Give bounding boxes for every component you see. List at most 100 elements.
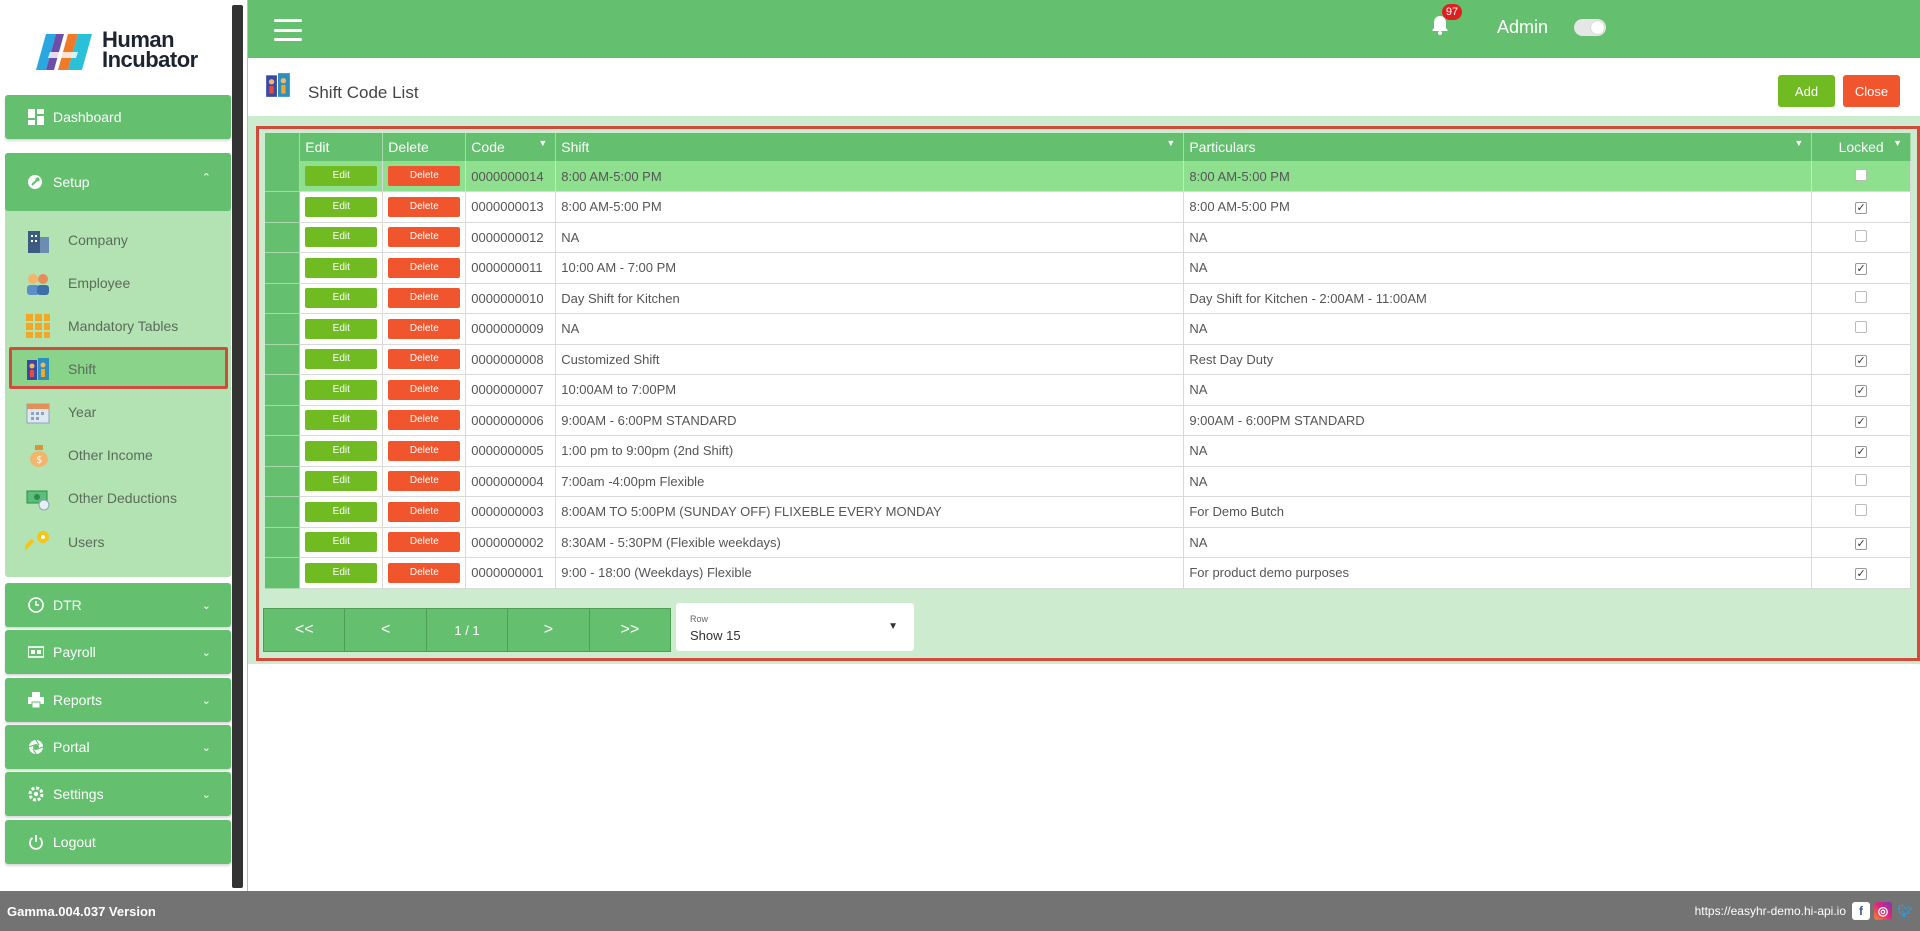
table-row[interactable]: Edit Delete 0000000014 8:00 AM-5:00 PM 8:00 … [265,161,1911,192]
setup-item-other-deductions[interactable]: Other Deductions [24,481,224,515]
nav-reports[interactable]: Reports ⌄ [5,678,231,722]
delete-button[interactable]: Delete [388,532,461,553]
facebook-icon[interactable]: f [1852,902,1870,920]
footer-url[interactable]: https://easyhr-demo.hi-api.io [1695,904,1846,918]
locked-checkbox[interactable]: ✓ [1855,446,1868,459]
delete-button[interactable]: Delete [388,318,461,339]
setup-item-other-income[interactable]: $ Other Income [24,438,224,472]
filter-icon[interactable]: ▼ [1893,138,1902,148]
nav-payroll[interactable]: Payroll ⌄ [5,630,231,674]
column-header-shift[interactable]: Shift ▼ [555,133,1185,161]
locked-checkbox[interactable]: ✓ [1855,415,1868,428]
rows-per-page-select[interactable]: Row Show 15 ▼ [676,603,914,651]
hamburger-menu-icon[interactable] [274,19,302,41]
edit-button[interactable]: Edit [305,166,378,186]
table-row[interactable]: Edit Delete 0000000004 7:00am -4:00pm Flexi… [265,466,1911,497]
locked-checkbox[interactable] [1855,473,1868,486]
setup-item-year[interactable]: Year [24,395,224,429]
nav-logout[interactable]: Logout [5,820,231,864]
row-selector[interactable] [265,252,301,284]
delete-button[interactable]: Delete [388,471,461,492]
row-selector[interactable] [265,313,301,345]
table-row[interactable]: Edit Delete 0000000007 10:00AM to 7:00PM NA ✓ [265,374,1911,406]
delete-button[interactable]: Delete [388,288,461,309]
locked-checkbox[interactable] [1855,168,1868,181]
table-row[interactable]: Edit Delete 0000000002 8:30AM - 5:30PM (Fle… [265,527,1911,558]
delete-button[interactable]: Delete [388,227,461,248]
sidebar-scrollbar[interactable] [232,5,243,888]
delete-button[interactable]: Delete [388,562,461,583]
setup-item-company[interactable]: Company [24,223,224,257]
locked-checkbox[interactable]: ✓ [1855,537,1868,550]
row-selector[interactable] [265,344,301,375]
delete-button[interactable]: Delete [388,166,461,186]
table-row[interactable]: Edit Delete 0000000010 Day Shift for Kitche… [265,283,1911,314]
table-row[interactable]: Edit Delete 0000000008 Customized Shift Rest… [265,344,1911,375]
setup-item-mandatory-tables[interactable]: Mandatory Tables [24,309,224,343]
column-header-code[interactable]: Code ▼ [465,133,557,161]
edit-button[interactable]: Edit [305,227,378,248]
row-selector[interactable] [265,161,301,192]
locked-checkbox[interactable]: ✓ [1855,568,1868,581]
pager-first-button[interactable]: << [264,609,346,651]
close-button[interactable]: Close [1843,75,1900,107]
twitter-icon[interactable]: 🐦︎ [1896,902,1914,920]
delete-button[interactable]: Delete [388,379,461,400]
nav-dashboard[interactable]: Dashboard [5,95,231,139]
table-row[interactable]: Edit Delete 0000000013 8:00 AM-5:00 PM 8:00 … [265,191,1911,223]
row-selector[interactable] [265,435,301,467]
edit-button[interactable]: Edit [305,288,378,309]
pager-next-button[interactable]: > [508,609,590,651]
locked-checkbox[interactable] [1855,229,1868,242]
row-selector[interactable] [265,466,301,497]
edit-button[interactable]: Edit [305,501,378,522]
nav-dtr[interactable]: DTR ⌄ [5,583,231,627]
table-row[interactable]: Edit Delete 0000000005 1:00 pm to 9:00pm (2… [265,435,1911,467]
filter-icon[interactable]: ▼ [538,138,547,148]
table-row[interactable]: Edit Delete 0000000006 9:00AM - 6:00PM STAN… [265,405,1911,436]
column-header-particulars[interactable]: Particulars ▼ [1183,133,1813,161]
delete-button[interactable]: Delete [388,349,461,370]
locked-checkbox[interactable] [1855,290,1868,303]
pager-last-button[interactable]: >> [590,609,670,651]
table-row[interactable]: Edit Delete 0000000009 NA NA [265,313,1911,345]
delete-button[interactable]: Delete [388,440,461,461]
edit-button[interactable]: Edit [305,532,378,553]
delete-button[interactable]: Delete [388,257,461,278]
row-selector[interactable] [265,283,301,314]
edit-button[interactable]: Edit [305,257,378,278]
filter-icon[interactable]: ▼ [1166,138,1175,148]
locked-checkbox[interactable]: ✓ [1855,385,1868,398]
user-name[interactable]: Admin [1497,17,1548,38]
row-selector[interactable] [265,405,301,436]
delete-button[interactable]: Delete [388,196,461,217]
locked-checkbox[interactable] [1855,321,1868,334]
row-selector[interactable] [265,191,301,223]
row-selector[interactable] [265,527,301,558]
locked-checkbox[interactable]: ✓ [1855,263,1868,276]
setup-item-shift[interactable]: Shift [24,352,224,386]
delete-button[interactable]: Delete [388,410,461,431]
edit-button[interactable]: Edit [305,318,378,339]
setup-item-users[interactable]: Users [24,525,224,559]
row-selector[interactable] [265,374,301,406]
delete-button[interactable]: Delete [388,501,461,522]
column-header-locked[interactable]: Locked ▼ [1811,133,1911,161]
table-row[interactable]: Edit Delete 0000000011 10:00 AM - 7:00 PM NA… [265,252,1911,284]
pager-prev-button[interactable]: < [345,609,427,651]
locked-checkbox[interactable] [1855,504,1868,517]
edit-button[interactable]: Edit [305,379,378,400]
nav-setup[interactable]: Setup ⌃ [5,153,231,211]
instagram-icon[interactable]: ◎ [1874,902,1892,920]
filter-icon[interactable]: ▼ [1794,138,1803,148]
setup-item-employee[interactable]: Employee [24,266,224,300]
add-button[interactable]: Add [1778,75,1835,107]
theme-toggle[interactable] [1574,19,1606,36]
row-selector[interactable] [265,222,301,253]
locked-checkbox[interactable]: ✓ [1855,202,1868,215]
table-row[interactable]: Edit Delete 0000000012 NA NA [265,222,1911,253]
edit-button[interactable]: Edit [305,410,378,431]
nav-portal[interactable]: Portal ⌄ [5,725,231,769]
edit-button[interactable]: Edit [305,471,378,492]
locked-checkbox[interactable]: ✓ [1855,354,1868,367]
